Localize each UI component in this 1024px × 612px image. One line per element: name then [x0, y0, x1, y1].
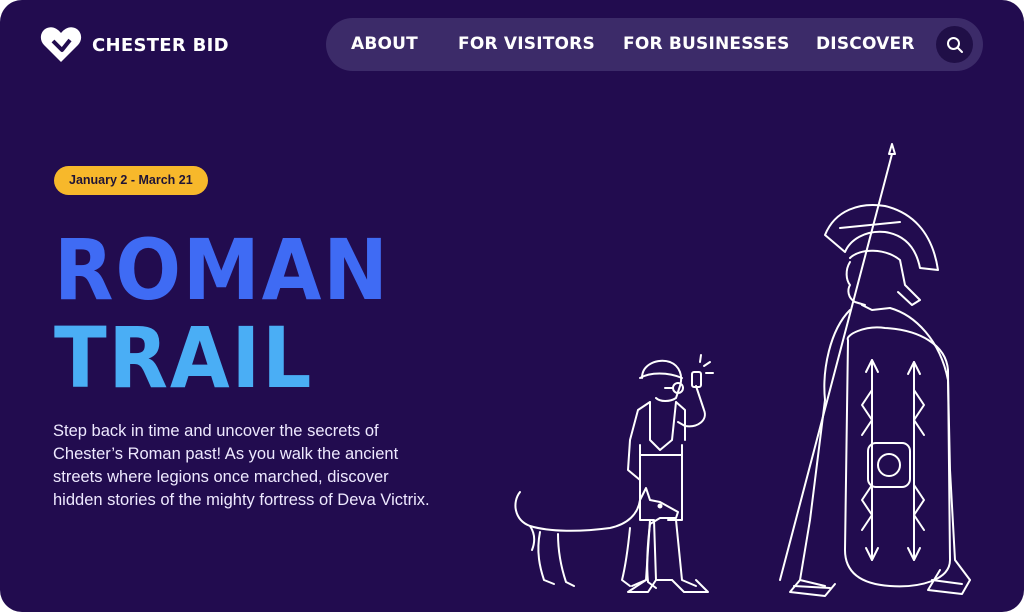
hero-title-line-1: ROMAN: [54, 221, 390, 319]
nav-item-for-visitors[interactable]: FOR VISITORS: [458, 18, 595, 71]
date-badge: January 2 - March 21: [54, 166, 208, 195]
search-button[interactable]: [936, 26, 973, 63]
brand-logo[interactable]: CHESTER BID: [40, 26, 229, 64]
hero-title-line-2: TRAIL: [54, 309, 314, 407]
search-icon: [946, 36, 963, 53]
heart-icon: [40, 27, 82, 62]
brand-name: CHESTER BID: [92, 34, 229, 56]
nav-item-about[interactable]: ABOUT: [351, 18, 418, 71]
nav-item-for-businesses[interactable]: FOR BUSINESSES: [623, 18, 790, 71]
hero-description: Step back in time and uncover the secret…: [53, 422, 430, 509]
main-navigation: ABOUT FOR VISITORS FOR BUSINESSES DISCOV…: [326, 18, 983, 71]
page-frame: CHESTER BID ABOUT FOR VISITORS FOR BUSIN…: [0, 0, 1024, 612]
roman-soldier-illustration: [514, 143, 971, 597]
nav-item-discover[interactable]: DISCOVER: [816, 18, 915, 71]
